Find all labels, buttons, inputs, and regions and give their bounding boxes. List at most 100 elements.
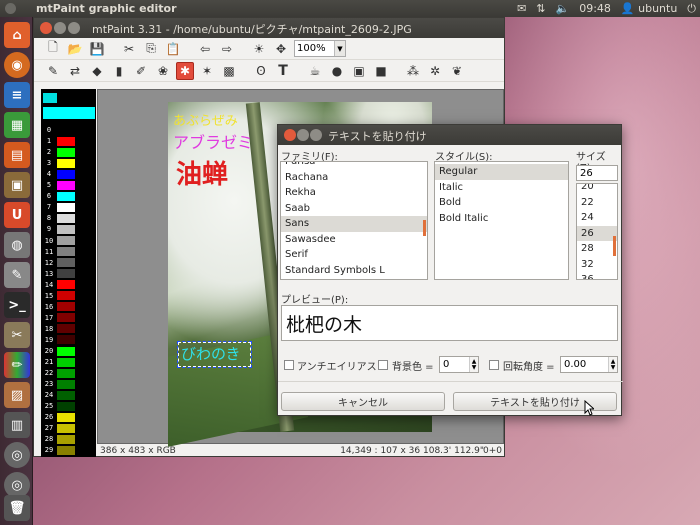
palette-entry[interactable]: 17 — [41, 313, 96, 323]
palette-swatch[interactable] — [57, 258, 75, 268]
palette-entry[interactable]: 12 — [41, 258, 96, 268]
brush-settings-icon[interactable]: ● — [328, 62, 346, 80]
palette-swatch[interactable] — [57, 324, 75, 334]
color-b-swatch[interactable] — [43, 107, 95, 119]
trash-icon[interactable]: 🗑 — [4, 495, 30, 521]
software-center-icon[interactable]: ▣ — [4, 172, 30, 198]
palette-entry[interactable]: 3 — [41, 158, 96, 168]
paste-icon[interactable]: 📋 — [164, 40, 182, 58]
palette-entry[interactable]: 22 — [41, 368, 96, 378]
palette-entry[interactable]: 25 — [41, 401, 96, 411]
palette-swatch[interactable] — [57, 236, 75, 245]
open-file-icon[interactable]: 📂 — [66, 40, 84, 58]
text-tool-icon[interactable]: T — [274, 62, 292, 80]
palette-swatch[interactable] — [57, 191, 75, 201]
palette-swatch[interactable] — [57, 390, 75, 400]
palette-swatch[interactable] — [57, 401, 75, 411]
palette-entry[interactable]: 9 — [41, 224, 96, 234]
smudge-icon[interactable]: ✐ — [132, 62, 150, 80]
mtpaint-icon[interactable]: ✏ — [4, 352, 30, 378]
family-list-item[interactable]: Saab — [281, 201, 427, 217]
maximize-icon[interactable] — [68, 22, 80, 34]
palette-entry[interactable]: 5 — [41, 180, 96, 190]
family-list-item[interactable]: Sans — [281, 216, 427, 232]
style-list-item[interactable]: Regular — [435, 164, 568, 180]
family-list-item[interactable]: Rekha — [281, 185, 427, 201]
dialog-titlebar[interactable]: テキストを貼り付け — [278, 125, 621, 145]
palette-swatch[interactable] — [57, 158, 75, 168]
family-list-item[interactable]: Standard Symbols L — [281, 263, 427, 279]
palette-entry[interactable]: 29 — [41, 445, 96, 455]
palette-swatch[interactable] — [57, 213, 75, 223]
lasso-icon[interactable]: ʘ — [252, 62, 270, 80]
palette-swatch[interactable] — [57, 412, 75, 422]
cancel-button[interactable]: キャンセル — [281, 392, 445, 411]
family-list-item[interactable]: Serif — [281, 247, 427, 263]
brightness-icon[interactable]: ☀ — [250, 40, 268, 58]
palette-entry[interactable]: 27 — [41, 423, 96, 433]
palette-entry[interactable]: 28 — [41, 434, 96, 444]
style-list-item[interactable]: Bold Italic — [435, 211, 568, 227]
palette-entry[interactable]: 8 — [41, 213, 96, 223]
impress-icon[interactable]: ▤ — [4, 142, 30, 168]
palette-editor-icon[interactable]: ✲ — [426, 62, 444, 80]
flood-fill-icon[interactable]: ◆ — [88, 62, 106, 80]
antialias-checkbox[interactable] — [284, 360, 294, 370]
palette-entry[interactable]: 18 — [41, 324, 96, 334]
pattern-icon[interactable]: ⁂ — [404, 62, 422, 80]
pan-icon[interactable]: ✥ — [272, 40, 290, 58]
bg-color-checkbox[interactable] — [378, 360, 388, 370]
palette-swatch[interactable] — [57, 136, 75, 146]
undo-icon[interactable]: ⇦ — [196, 40, 214, 58]
palette-swatch[interactable] — [57, 180, 75, 190]
redo-icon[interactable]: ⇨ — [218, 40, 236, 58]
cut-icon[interactable]: ✂ — [120, 40, 138, 58]
spin-arrows-icon[interactable]: ▲ ▼ — [469, 357, 478, 372]
close-icon[interactable] — [40, 22, 52, 34]
palette-swatch[interactable] — [57, 313, 75, 323]
size-list[interactable]: 20 22 24 26 28 32 36 — [576, 183, 618, 280]
palette-entry[interactable]: 21 — [41, 357, 96, 367]
palette-swatch[interactable] — [57, 423, 75, 433]
style-list-item[interactable]: Italic — [435, 180, 568, 196]
palette-entry[interactable]: 24 — [41, 390, 96, 400]
palette-swatch[interactable] — [57, 368, 75, 378]
dialog-maximize-icon[interactable] — [310, 129, 322, 141]
palette-swatch[interactable] — [57, 335, 75, 345]
palette-swatch[interactable] — [57, 269, 75, 279]
palette-entry[interactable]: 0 — [41, 125, 96, 135]
size-scrollbar[interactable] — [613, 236, 616, 256]
clone-icon[interactable]: ❀ — [154, 62, 172, 80]
palette-entry[interactable]: 6 — [41, 191, 96, 201]
current-colors[interactable] — [43, 91, 95, 121]
size-list-item[interactable]: 24 — [577, 210, 617, 226]
straight-line-icon[interactable]: ▮ — [110, 62, 128, 80]
color-picker-icon[interactable]: ☕ — [306, 62, 324, 80]
firefox-icon[interactable]: ◉ — [4, 52, 30, 78]
palette-entry[interactable]: 4 — [41, 169, 96, 179]
palette-entry[interactable]: 26 — [41, 412, 96, 422]
power-icon[interactable]: ⏻ — [687, 2, 696, 16]
family-list-item[interactable]: Purisa — [281, 162, 427, 170]
palette-entry[interactable]: 23 — [41, 379, 96, 389]
volume-icon[interactable]: 🔈 — [556, 2, 570, 15]
palette-panel[interactable]: 0 1 2 3 4 5 6 7 8 9 10 11 12 13 14 15 16 17 18 19 20 21 22 23 24… — [41, 89, 96, 457]
palette-entry[interactable]: 16 — [41, 302, 96, 312]
home-folder-icon[interactable]: ⌂ — [4, 22, 30, 48]
palette-swatch[interactable] — [57, 445, 75, 455]
rotate-checkbox[interactable] — [489, 360, 499, 370]
paint-icon[interactable]: ✎ — [44, 62, 62, 80]
palette-swatch[interactable] — [57, 147, 75, 157]
family-scrollbar[interactable] — [423, 220, 426, 236]
layers-icon[interactable]: ▣ — [350, 62, 368, 80]
size-list-item[interactable]: 36 — [577, 272, 617, 279]
palette-swatch[interactable] — [57, 302, 75, 312]
size-list-item[interactable]: 20 — [577, 184, 617, 195]
terminal-icon[interactable]: >_ — [4, 292, 30, 318]
disk-icon[interactable]: ◎ — [4, 442, 30, 468]
palette-swatch[interactable] — [57, 434, 75, 444]
palette-entry[interactable]: 10 — [41, 236, 96, 246]
style-list[interactable]: Regular Italic Bold Bold Italic — [434, 161, 569, 280]
palette-entry[interactable]: 15 — [41, 291, 96, 301]
palette-entry[interactable]: 19 — [41, 335, 96, 345]
